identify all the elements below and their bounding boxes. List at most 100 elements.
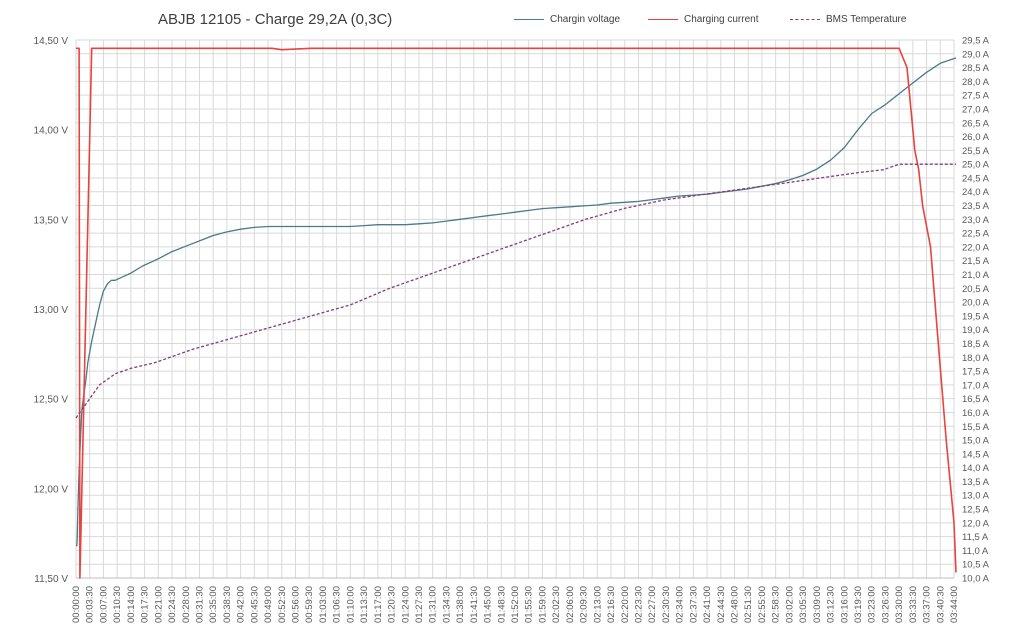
x-tick-label: 00:38:30 bbox=[222, 586, 233, 623]
series-line-current bbox=[76, 47, 957, 579]
x-tick-label: 00:03:30 bbox=[85, 586, 96, 623]
x-tick-label: 03:19:30 bbox=[853, 586, 864, 623]
y-right-tick-label: 21,5 A bbox=[962, 256, 990, 267]
x-tick-label: 00:10:30 bbox=[112, 586, 123, 623]
x-tick-label: 00:56:00 bbox=[291, 586, 302, 623]
y-right-tick-label: 23,5 A bbox=[962, 201, 990, 212]
y-right-tick-label: 13,0 A bbox=[962, 491, 990, 502]
x-tick-label: 03:30:00 bbox=[894, 586, 905, 623]
y-right-tick-label: 24,0 A bbox=[962, 187, 990, 198]
x-tick-label: 01:10:00 bbox=[345, 586, 356, 623]
x-tick-label: 02:58:30 bbox=[771, 586, 782, 623]
x-tick-label: 00:14:00 bbox=[126, 586, 137, 623]
y-right-tick-label: 16,0 A bbox=[962, 408, 990, 419]
x-tick-label: 01:27:30 bbox=[414, 586, 425, 623]
y-right-tick-label: 29,5 A bbox=[962, 36, 990, 47]
x-tick-label: 01:48:30 bbox=[496, 586, 507, 623]
y-right-tick-label: 29,0 A bbox=[962, 49, 990, 60]
x-tick-label: 02:34:00 bbox=[675, 586, 686, 623]
y-right-tick-label: 22,0 A bbox=[962, 242, 990, 253]
x-tick-label: 00:00:00 bbox=[71, 586, 82, 623]
x-tick-label: 02:51:30 bbox=[743, 586, 754, 623]
x-tick-label: 00:31:30 bbox=[194, 586, 205, 623]
x-tick-label: 00:07:00 bbox=[98, 586, 109, 623]
x-tick-label: 02:20:00 bbox=[620, 586, 631, 623]
x-tick-label: 01:41:30 bbox=[469, 586, 480, 623]
y-right-tick-label: 11,0 A bbox=[962, 546, 989, 557]
x-tick-label: 02:23:30 bbox=[633, 586, 644, 623]
y-right-tick-label: 28,5 A bbox=[962, 63, 990, 74]
y-left-tick-label: 14,50 V bbox=[34, 36, 69, 47]
x-tick-label: 01:17:00 bbox=[373, 586, 384, 623]
x-tick-label: 02:30:30 bbox=[661, 586, 672, 623]
y-right-tick-label: 12,0 A bbox=[962, 518, 990, 529]
x-tick-label: 00:42:00 bbox=[236, 586, 247, 623]
y-right-tick-label: 18,5 A bbox=[962, 339, 990, 350]
y-right-tick-label: 25,5 A bbox=[962, 146, 990, 157]
x-tick-label: 00:52:30 bbox=[277, 586, 288, 623]
x-tick-label: 02:02:30 bbox=[551, 586, 562, 623]
y-right-tick-label: 20,0 A bbox=[962, 298, 990, 309]
x-tick-label: 02:16:30 bbox=[606, 586, 617, 623]
y-right-tick-label: 28,0 A bbox=[962, 77, 990, 88]
y-left-tick-label: 14,00 V bbox=[34, 126, 69, 137]
x-tick-label: 02:37:30 bbox=[688, 586, 699, 623]
y-right-tick-label: 20,5 A bbox=[962, 284, 990, 295]
x-tick-label: 02:27:00 bbox=[647, 586, 658, 623]
x-tick-label: 01:38:00 bbox=[455, 586, 466, 623]
x-tick-label: 02:55:00 bbox=[757, 586, 768, 623]
x-tick-label: 00:59:30 bbox=[304, 586, 315, 623]
x-tick-label: 03:05:30 bbox=[798, 586, 809, 623]
y-right-tick-label: 23,0 A bbox=[962, 215, 990, 226]
x-tick-label: 02:44:30 bbox=[716, 586, 727, 623]
x-tick-label: 00:35:00 bbox=[208, 586, 219, 623]
x-tick-label: 01:55:30 bbox=[524, 586, 535, 623]
y-right-tick-label: 15,0 A bbox=[962, 436, 990, 447]
x-tick-label: 01:03:00 bbox=[318, 586, 329, 623]
y-right-tick-label: 27,0 A bbox=[962, 104, 990, 115]
y-left-tick-label: 11,50 V bbox=[34, 574, 68, 585]
x-tick-label: 03:44:00 bbox=[949, 586, 960, 623]
x-tick-label: 03:26:30 bbox=[880, 586, 891, 623]
y-left-tick-label: 13,50 V bbox=[34, 215, 69, 226]
series-line-temperature bbox=[75, 163, 956, 419]
x-tick-label: 02:48:00 bbox=[730, 586, 741, 623]
x-tick-label: 01:13:30 bbox=[359, 586, 370, 623]
y-left-tick-label: 12,00 V bbox=[34, 484, 69, 495]
y-right-tick-label: 12,5 A bbox=[962, 505, 990, 516]
y-right-tick-label: 27,5 A bbox=[962, 91, 990, 102]
chart-svg: 11,50 V 12,00 V 12,50 V 13,00 V 13,50 V 14,00… bbox=[34, 36, 990, 623]
x-tick-label: 02:13:00 bbox=[592, 586, 603, 623]
y-right-tick-label: 22,5 A bbox=[962, 229, 990, 240]
x-tick-label: 01:31:00 bbox=[428, 586, 439, 623]
y-right-tick-label: 17,5 A bbox=[962, 367, 990, 378]
y-right-tick-label: 21,0 A bbox=[962, 270, 990, 281]
x-tick-label: 03:40:30 bbox=[935, 586, 946, 623]
y-right-tick-label: 13,5 A bbox=[962, 477, 990, 488]
y-right-tick-label: 11,5 A bbox=[962, 532, 989, 543]
x-tick-label: 03:09:00 bbox=[812, 586, 823, 623]
y-right-tick-label: 17,0 A bbox=[962, 380, 990, 391]
x-tick-label: 01:06:30 bbox=[332, 586, 343, 623]
y-right-tick-label: 14,5 A bbox=[962, 449, 990, 460]
x-tick-label: 03:23:00 bbox=[867, 586, 878, 623]
x-tick-label: 03:16:00 bbox=[839, 586, 850, 623]
y-right-tick-label: 18,0 A bbox=[962, 353, 990, 364]
y-left-tick-label: 12,50 V bbox=[34, 395, 69, 406]
chart: ABJB 12105 - Charge 29,2A (0,3C) Chargin… bbox=[0, 0, 1024, 640]
x-tick-label: 01:20:30 bbox=[387, 586, 398, 623]
x-tick-label: 03:02:00 bbox=[784, 586, 795, 623]
y-right-tick-label: 24,5 A bbox=[962, 173, 990, 184]
y-right-tick-label: 25,0 A bbox=[962, 160, 990, 171]
y-right-tick-label: 19,5 A bbox=[962, 311, 990, 322]
y-right-tick-label: 10,0 A bbox=[962, 574, 990, 585]
x-tick-label: 01:34:30 bbox=[441, 586, 452, 623]
y-right-tick-label: 26,5 A bbox=[962, 118, 990, 129]
y-right-tick-label: 16,5 A bbox=[962, 394, 990, 405]
x-tick-label: 02:06:00 bbox=[565, 586, 576, 623]
x-tick-label: 01:52:00 bbox=[510, 586, 521, 623]
y-right-tick-label: 10,5 A bbox=[962, 560, 990, 571]
x-tick-label: 01:45:00 bbox=[483, 586, 494, 623]
x-tick-label: 03:37:00 bbox=[922, 586, 933, 623]
x-tick-label: 00:28:00 bbox=[181, 586, 192, 623]
